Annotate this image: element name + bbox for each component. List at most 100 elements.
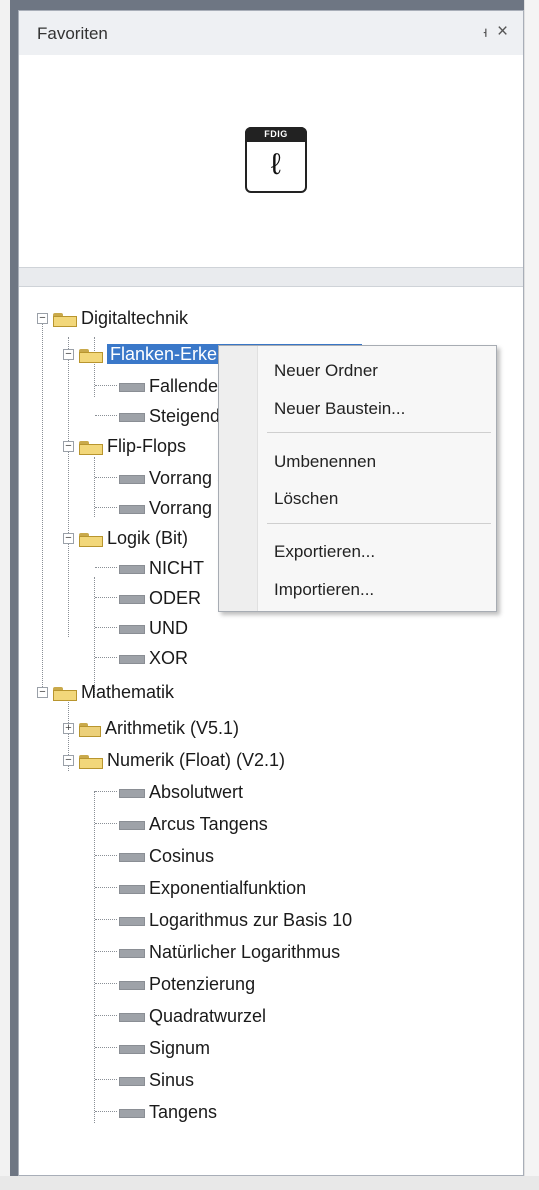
node-label: Sinus bbox=[149, 1070, 195, 1090]
function-block-icon bbox=[119, 884, 145, 894]
menu-label: Neuer Ordner bbox=[274, 361, 378, 380]
menu-label: Exportieren... bbox=[274, 542, 376, 561]
expand-toggle-flipflops[interactable]: − bbox=[63, 441, 74, 452]
tree-leaf-sinus[interactable]: Sinus bbox=[119, 1065, 194, 1095]
menu-label: Umbenennen bbox=[274, 452, 377, 471]
node-label: Arithmetik (V5.1) bbox=[105, 718, 240, 738]
tree-node-mathematik[interactable]: Mathematik bbox=[53, 677, 174, 707]
function-block-icon bbox=[119, 474, 145, 484]
tree-leaf-arcus-tangens[interactable]: Arcus Tangens bbox=[119, 809, 268, 839]
tree-leaf-tangens[interactable]: Tangens bbox=[119, 1097, 217, 1127]
node-label: Logik (Bit) bbox=[107, 528, 189, 548]
function-block-icon bbox=[119, 594, 145, 604]
function-block-icon bbox=[119, 654, 145, 664]
node-label: Flip-Flops bbox=[107, 436, 187, 456]
window-right-border bbox=[524, 0, 539, 1190]
expand-toggle-arithmetik[interactable]: + bbox=[63, 723, 74, 734]
function-block-icon: FDIG ℓ bbox=[245, 127, 307, 193]
function-block-icon bbox=[119, 820, 145, 830]
menu-item-import[interactable]: Importieren... bbox=[219, 573, 496, 607]
menu-item-new-block[interactable]: Neuer Baustein... bbox=[219, 392, 496, 426]
window-top-border bbox=[0, 0, 539, 10]
node-label: Exponentialfunktion bbox=[149, 878, 307, 898]
tree-leaf-natuerlicher-logarithmus[interactable]: Natürlicher Logarithmus bbox=[119, 937, 340, 967]
menu-separator bbox=[267, 432, 491, 433]
tree-leaf-oder[interactable]: ODER bbox=[119, 583, 201, 613]
node-label: UND bbox=[149, 618, 188, 638]
node-label: Arcus Tangens bbox=[149, 814, 268, 834]
tree-leaf-logarithmus-10[interactable]: Logarithmus zur Basis 10 bbox=[119, 905, 352, 935]
tree-leaf-potenzierung[interactable]: Potenzierung bbox=[119, 969, 255, 999]
menu-item-new-folder[interactable]: Neuer Ordner bbox=[219, 354, 496, 388]
panel-header: Favoriten ᅥ × bbox=[19, 11, 523, 56]
tree-node-numerik[interactable]: Numerik (Float) (V2.1) bbox=[79, 745, 285, 775]
expand-toggle-mathematik[interactable]: − bbox=[37, 687, 48, 698]
block-glyph: ℓ bbox=[266, 147, 285, 182]
pin-icon[interactable]: ᅥ bbox=[474, 23, 489, 47]
node-label: Numerik (Float) (V2.1) bbox=[107, 750, 286, 770]
node-label: Cosinus bbox=[149, 846, 215, 866]
tree-leaf-cosinus[interactable]: Cosinus bbox=[119, 841, 214, 871]
function-block-icon bbox=[119, 412, 145, 422]
block-preview: FDIG ℓ bbox=[19, 55, 523, 267]
function-block-icon bbox=[119, 1076, 145, 1086]
function-block-icon bbox=[119, 852, 145, 862]
function-block-icon bbox=[119, 564, 145, 574]
node-label: Signum bbox=[149, 1038, 211, 1058]
node-label: Digitaltechnik bbox=[81, 308, 189, 328]
window-left-border bbox=[0, 0, 18, 1190]
folder-open-icon bbox=[79, 347, 103, 364]
folder-open-icon bbox=[53, 685, 77, 702]
node-label: Potenzierung bbox=[149, 974, 256, 994]
menu-item-export[interactable]: Exportieren... bbox=[219, 535, 496, 569]
node-label: Absolutwert bbox=[149, 782, 244, 802]
function-block-icon bbox=[119, 1108, 145, 1118]
panel-title: Favoriten bbox=[37, 24, 108, 43]
context-menu: Neuer Ordner Neuer Baustein... Umbenenne… bbox=[218, 345, 497, 612]
tree-leaf-xor[interactable]: XOR bbox=[119, 643, 188, 673]
expand-toggle-flanken[interactable]: − bbox=[63, 349, 74, 360]
function-block-icon bbox=[119, 382, 145, 392]
node-label: ODER bbox=[149, 588, 202, 608]
function-block-icon bbox=[119, 916, 145, 926]
tree-leaf-und[interactable]: UND bbox=[119, 613, 188, 643]
block-tag: FDIG bbox=[245, 127, 307, 142]
splitter-bar[interactable] bbox=[19, 267, 523, 287]
node-label: Quadratwurzel bbox=[149, 1006, 267, 1026]
tree-leaf-signum[interactable]: Signum bbox=[119, 1033, 210, 1063]
menu-separator bbox=[267, 523, 491, 524]
tree-node-arithmetik[interactable]: Arithmetik (V5.1) bbox=[79, 713, 239, 743]
close-icon[interactable]: × bbox=[497, 21, 508, 43]
tree-node-logik[interactable]: Logik (Bit) bbox=[79, 523, 188, 553]
folder-open-icon bbox=[79, 531, 103, 548]
menu-item-rename[interactable]: Umbenennen bbox=[219, 445, 496, 479]
node-label: Logarithmus zur Basis 10 bbox=[149, 910, 353, 930]
tree-leaf-nicht[interactable]: NICHT bbox=[119, 553, 204, 583]
tree-leaf-exponentialfunktion[interactable]: Exponentialfunktion bbox=[119, 873, 306, 903]
function-block-icon bbox=[119, 980, 145, 990]
expand-toggle-digitaltechnik[interactable]: − bbox=[37, 313, 48, 324]
node-label: Natürlicher Logarithmus bbox=[149, 942, 341, 962]
node-label: Mathematik bbox=[81, 682, 175, 702]
node-label: XOR bbox=[149, 648, 189, 668]
function-block-icon bbox=[119, 624, 145, 634]
menu-item-delete[interactable]: Löschen bbox=[219, 482, 496, 516]
folder-open-icon bbox=[53, 311, 77, 328]
tree-node-digitaltechnik[interactable]: Digitaltechnik bbox=[53, 303, 188, 333]
expand-toggle-numerik[interactable]: − bbox=[63, 755, 74, 766]
window-bottom-border bbox=[0, 1176, 539, 1190]
tree-leaf-quadratwurzel[interactable]: Quadratwurzel bbox=[119, 1001, 266, 1031]
function-block-icon bbox=[119, 504, 145, 514]
function-block-icon bbox=[119, 948, 145, 958]
tree-leaf-absolutwert[interactable]: Absolutwert bbox=[119, 777, 243, 807]
menu-label: Löschen bbox=[274, 489, 339, 508]
folder-open-icon bbox=[79, 753, 103, 770]
node-label: NICHT bbox=[149, 558, 204, 578]
node-label: Tangens bbox=[149, 1102, 218, 1122]
menu-label: Neuer Baustein... bbox=[274, 399, 406, 418]
tree-node-flipflops[interactable]: Flip-Flops bbox=[79, 431, 186, 461]
expand-toggle-logik[interactable]: − bbox=[63, 533, 74, 544]
folder-closed-icon bbox=[79, 721, 101, 738]
menu-label: Importieren... bbox=[274, 580, 375, 599]
function-block-icon bbox=[119, 788, 145, 798]
